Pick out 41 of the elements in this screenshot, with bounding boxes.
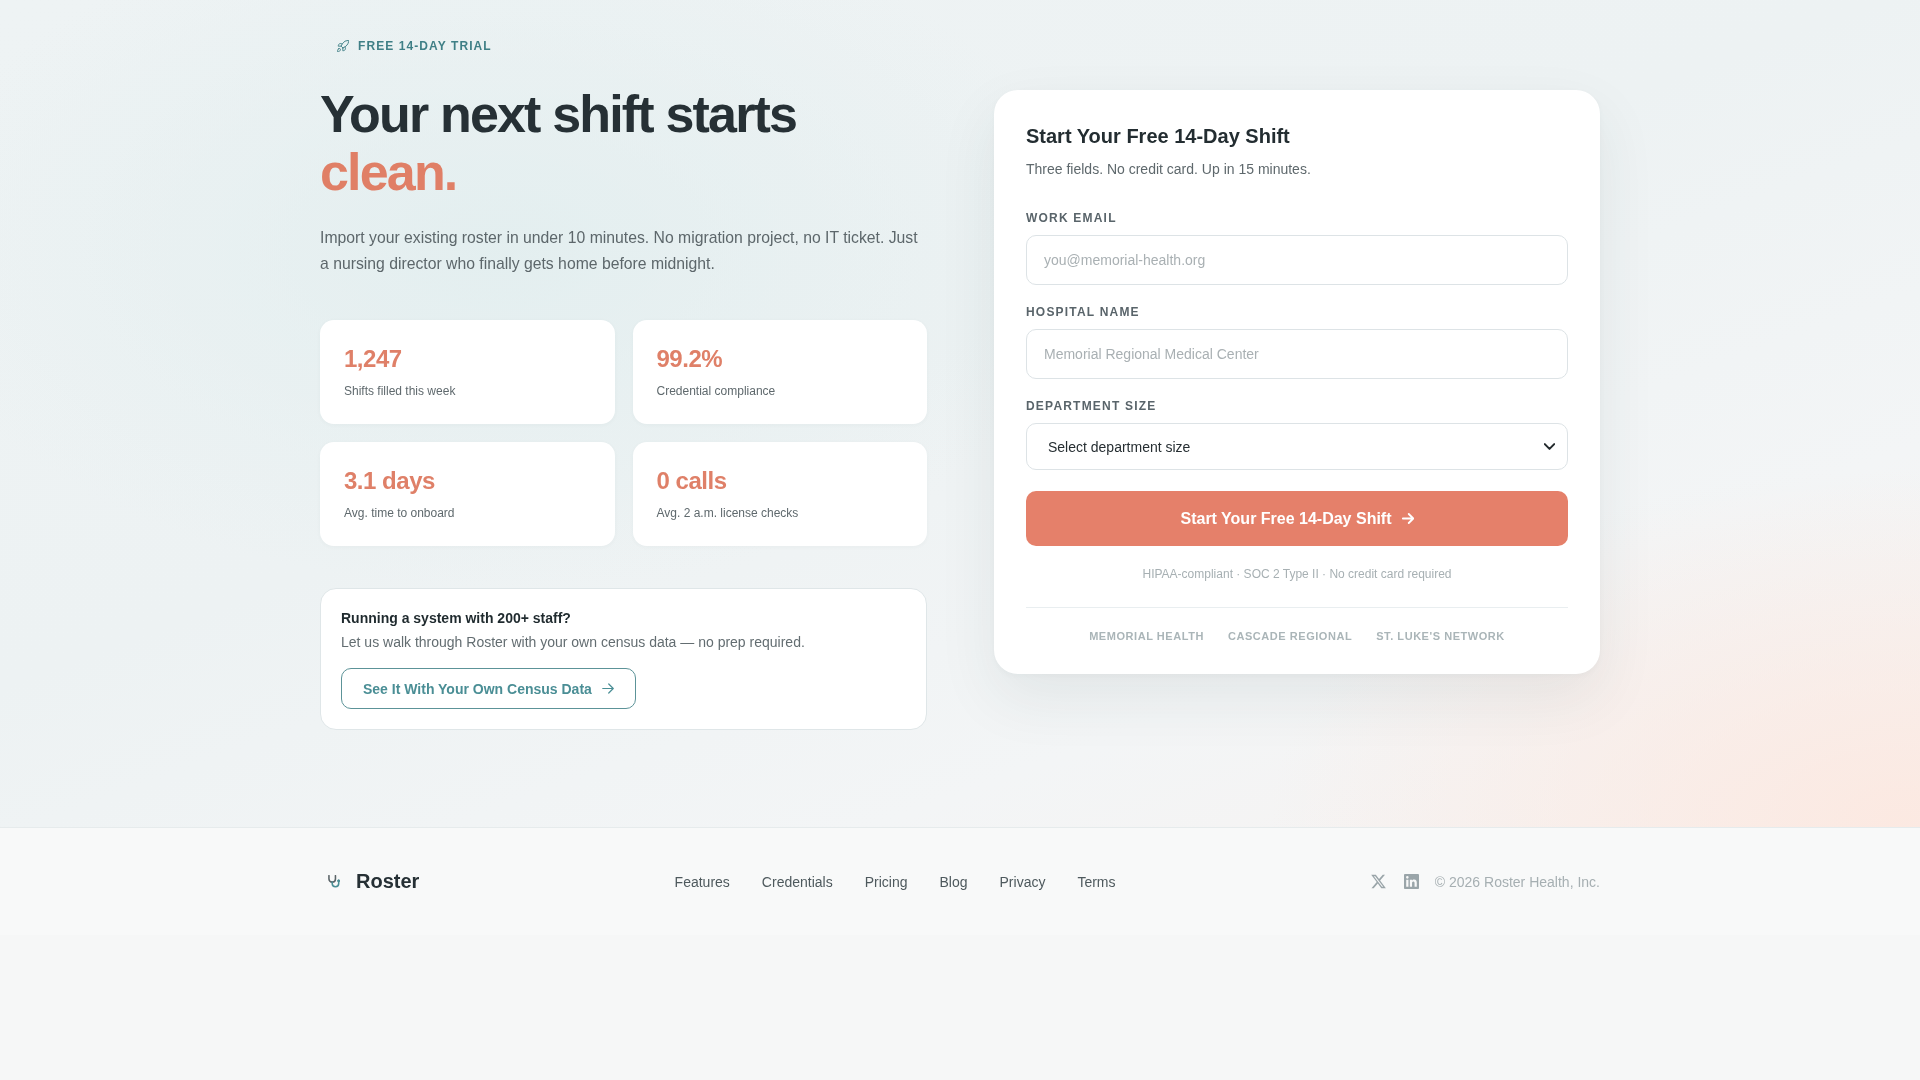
demo-text: Let us walk through Roster with your own census data — no prep required. xyxy=(341,633,806,652)
hero-heading: Your next shift starts clean. xyxy=(320,85,798,201)
input-field[interactable]: you@memorial-health.org xyxy=(1026,235,1568,285)
field-label: WORK EMAIL xyxy=(1026,210,1118,226)
demo-button[interactable]: See It With Your Own Census Data xyxy=(341,668,636,709)
stat-value: 99.2% xyxy=(656,344,724,374)
form-subtitle: Three fields. No credit card. Up in 15 minutes. xyxy=(1026,160,1312,179)
footer-link[interactable]: Privacy xyxy=(999,873,1046,890)
copyright: © 2026 Roster Health, Inc. xyxy=(1434,873,1600,890)
dropdown-field[interactable]: Select department size xyxy=(1026,423,1568,470)
field-label: DEPARTMENT SIZE xyxy=(1026,398,1158,414)
badge-label: FREE 14-DAY TRIAL xyxy=(358,39,492,53)
linkedin-icon[interactable] xyxy=(1403,874,1419,889)
footer-link[interactable]: Pricing xyxy=(864,873,908,890)
footer-link[interactable]: Blog xyxy=(939,873,968,890)
partner-name: MEMORIAL HEALTH xyxy=(1089,629,1204,644)
demo-title: Running a system with 200+ staff? xyxy=(341,609,572,627)
partner-name: ST. LUKE'S NETWORK xyxy=(1376,629,1505,644)
input-field[interactable]: Memorial Regional Medical Center xyxy=(1026,329,1568,379)
arrow-right-icon xyxy=(601,683,614,694)
chevron-down-icon xyxy=(1544,443,1555,450)
footer-link[interactable]: Features xyxy=(674,873,730,890)
x-logo-icon[interactable] xyxy=(1370,874,1386,889)
stat-label: Avg. 2 a.m. license checks xyxy=(656,505,800,522)
partner-name: CASCADE REGIONAL xyxy=(1227,629,1353,644)
stat-label: Avg. time to onboard xyxy=(344,505,456,522)
stat-label: Credential compliance xyxy=(656,383,777,400)
footer-link[interactable]: Credentials xyxy=(761,873,833,890)
stethoscope-icon xyxy=(327,875,340,888)
brand-name: Roster xyxy=(356,870,420,893)
fine-print: HIPAA-compliant · SOC 2 Type II · No credit card required xyxy=(1141,566,1453,583)
hero-description: Import your existing roster in under 10 minutes. No migration project, no IT ticket. Just a nursing director who finally gets home before midnight. xyxy=(320,228,919,274)
stat-value: 3.1 days xyxy=(344,466,436,496)
footer-link[interactable]: Terms xyxy=(1077,873,1116,890)
arrow-right-icon xyxy=(1401,513,1414,524)
stat-value: 0 calls xyxy=(656,466,728,496)
field-label: HOSPITAL NAME xyxy=(1026,304,1141,320)
form-title: Start Your Free 14-Day Shift xyxy=(1026,124,1291,149)
stat-value: 1,247 xyxy=(344,344,403,374)
stat-label: Shifts filled this week xyxy=(344,383,457,400)
rocket-icon xyxy=(337,40,349,52)
